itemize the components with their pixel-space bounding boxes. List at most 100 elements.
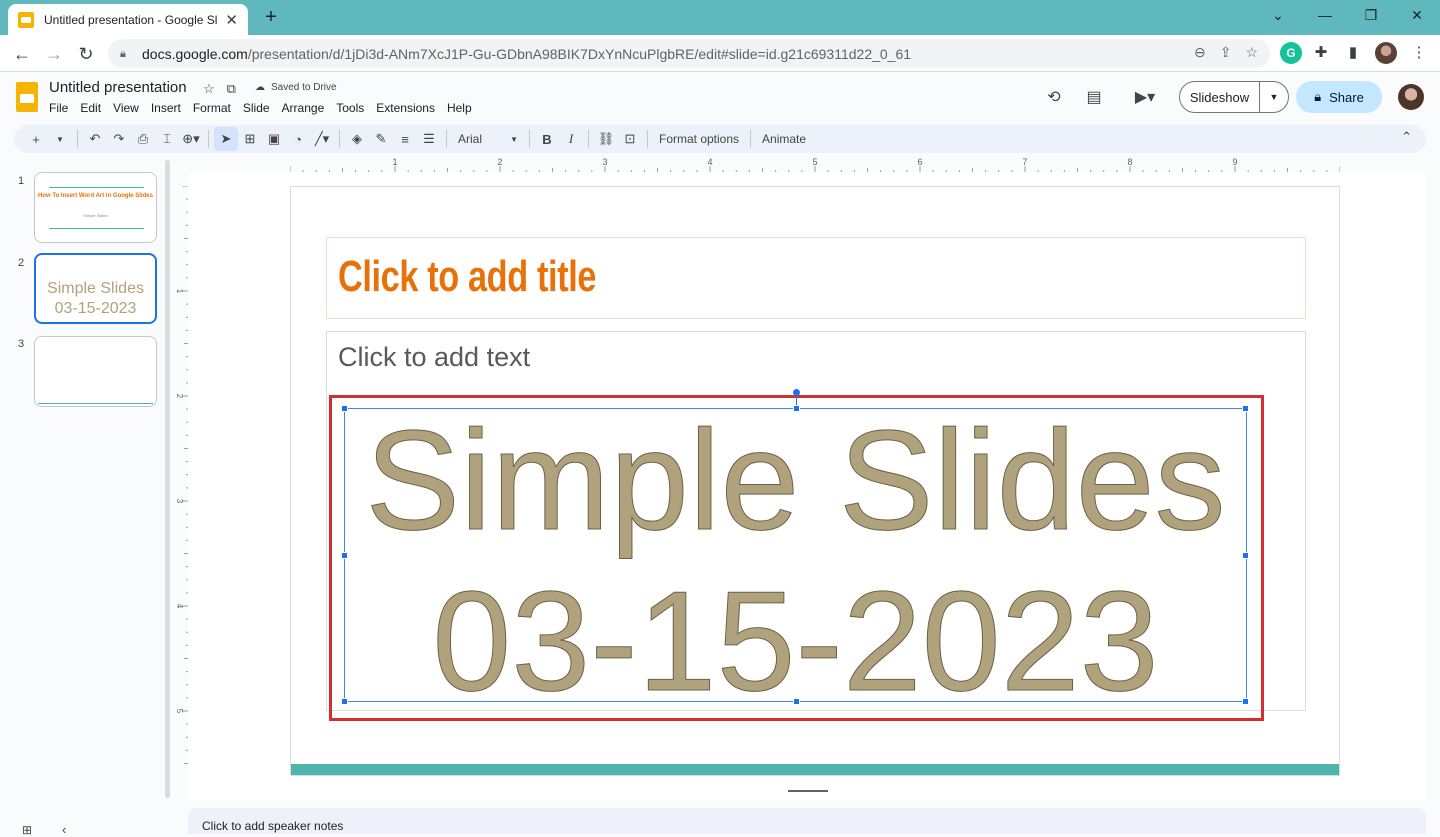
bold-button[interactable]: B (535, 127, 559, 151)
move-folder-icon[interactable]: ⧉ (227, 81, 236, 97)
insert-link-icon[interactable]: ⛓ (594, 127, 618, 151)
share-button[interactable]: 🔒︎ Share (1296, 81, 1382, 113)
resize-handle-nw[interactable] (341, 405, 348, 412)
toolbar-divider (647, 130, 648, 148)
browser-tab[interactable]: Untitled presentation - Google Sl ✕ (8, 4, 248, 35)
menu-tools[interactable]: Tools (330, 101, 370, 115)
slide-number: 2 (18, 257, 25, 269)
notes-resize-handle[interactable] (788, 790, 828, 792)
insert-image-icon[interactable]: ▣ (262, 127, 286, 151)
url-host: docs.google.com (142, 45, 248, 62)
share-page-icon[interactable]: ⇪ (1220, 44, 1232, 61)
document-title[interactable]: Untitled presentation (49, 79, 187, 96)
redo-icon[interactable]: ↷ (107, 127, 131, 151)
slideshow-button[interactable]: Slideshow ▼ (1179, 81, 1289, 113)
menu-edit[interactable]: Edit (74, 101, 107, 115)
shape-icon[interactable]: ◔ (286, 127, 310, 151)
ruler-label: 5 (175, 709, 184, 714)
speaker-notes[interactable]: Click to add speaker notes (188, 808, 1426, 834)
grid-view-icon[interactable]: ⊞ (22, 823, 32, 837)
resize-handle-ne[interactable] (1242, 405, 1249, 412)
new-slide-icon[interactable]: + (24, 127, 48, 151)
title-placeholder[interactable]: Click to add title (326, 237, 1306, 319)
close-tab-icon[interactable]: ✕ (225, 11, 238, 29)
slideshow-label[interactable]: Slideshow (1180, 82, 1260, 112)
select-cursor-icon[interactable]: ➤ (214, 127, 238, 151)
comments-icon[interactable]: ▤ (1083, 87, 1105, 109)
resize-handle-w[interactable] (341, 552, 348, 559)
rotate-handle[interactable] (793, 389, 800, 396)
paint-format-icon[interactable]: ⌶ (155, 127, 179, 151)
menu-extensions[interactable]: Extensions (370, 101, 441, 115)
resize-handle-e[interactable] (1242, 552, 1249, 559)
border-weight-icon[interactable]: ≡ (393, 127, 417, 151)
border-color-icon[interactable]: ✎ (369, 127, 393, 151)
slideshow-dropdown-icon[interactable]: ▼ (1260, 82, 1288, 112)
version-history-icon[interactable]: ⟲ (1043, 87, 1065, 109)
resize-handle-s[interactable] (793, 698, 800, 705)
browser-profile-avatar[interactable] (1375, 42, 1397, 64)
zoom-icon[interactable]: ⊖ (1194, 44, 1206, 61)
resize-handle-n[interactable] (793, 405, 800, 412)
bookmark-star-icon[interactable]: ☆ (1245, 44, 1258, 61)
url-bar[interactable]: 🔒︎ docs.google.com/presentation/d/1jDi3d… (108, 39, 1270, 68)
slide-thumbnail-2[interactable]: Simple Slides 03-15-2023 (34, 253, 157, 324)
grammarly-icon[interactable]: G (1280, 42, 1302, 64)
star-icon[interactable]: ☆ (203, 81, 215, 97)
title-placeholder-text: Click to add title (338, 252, 597, 301)
new-slide-dropdown-icon[interactable]: ▼ (48, 127, 72, 151)
back-icon[interactable]: ← (8, 40, 36, 68)
extensions-puzzle-icon[interactable]: ✚ (1310, 42, 1332, 64)
menu-insert[interactable]: Insert (145, 101, 187, 115)
line-icon[interactable]: ╱▾ (310, 127, 334, 151)
format-options-button[interactable]: Format options (653, 127, 745, 151)
new-tab-button[interactable]: + (258, 4, 284, 30)
reload-icon[interactable]: ↻ (72, 40, 100, 68)
side-panel-icon[interactable]: ▮ (1342, 42, 1364, 64)
resize-handle-sw[interactable] (341, 698, 348, 705)
font-selector[interactable]: Arial ▼ (452, 127, 524, 151)
meet-camera-icon[interactable]: ▶▾ (1128, 87, 1162, 109)
close-window-icon[interactable]: ✕ (1394, 0, 1440, 30)
undo-icon[interactable]: ↶ (83, 127, 107, 151)
menu-help[interactable]: Help (441, 101, 478, 115)
add-comment-icon[interactable]: ⊡ (618, 127, 642, 151)
restore-icon[interactable]: ❐ (1348, 0, 1394, 30)
saved-status-label: Saved to Drive (271, 82, 337, 93)
ruler-label: 2 (175, 394, 184, 399)
docs-header: Untitled presentation ☆ ⧉ ☁ Saved to Dri… (0, 72, 1440, 124)
collapse-filmstrip-icon[interactable]: ‹ (62, 822, 66, 837)
text-box-icon[interactable]: ⊞ (238, 127, 262, 151)
wordart-line-2: 03-15-2023 (432, 562, 1159, 721)
collapse-toolbar-icon[interactable]: ⌃ (1401, 129, 1412, 145)
tab-search-icon[interactable]: ⌄ (1255, 0, 1301, 30)
saved-status[interactable]: ☁ Saved to Drive (255, 82, 337, 93)
ruler-label: 4 (707, 157, 712, 167)
toolbar-divider (529, 130, 530, 148)
slide-canvas[interactable]: Click to add title Click to add text Sim… (290, 186, 1340, 776)
filmstrip-scrollbar[interactable] (165, 160, 170, 798)
menu-file[interactable]: File (43, 101, 74, 115)
user-avatar[interactable] (1398, 84, 1424, 110)
font-name: Arial (458, 132, 483, 146)
forward-icon[interactable]: → (40, 40, 68, 68)
slide-thumbnail-1[interactable]: How To Insert Word Art in Google Slides … (34, 172, 157, 243)
wordart-selection[interactable]: Simple Slides 03-15-2023 (341, 389, 1249, 713)
menu-view[interactable]: View (107, 101, 145, 115)
horizontal-ruler[interactable]: 1 2 3 4 5 6 7 8 9 (290, 157, 1340, 172)
zoom-tool-icon[interactable]: ⊕▾ (179, 127, 203, 151)
print-icon[interactable]: ⎙ (131, 127, 155, 151)
menu-format[interactable]: Format (187, 101, 237, 115)
minimize-icon[interactable]: — (1302, 0, 1348, 30)
browser-menu-icon[interactable]: ⋮ (1408, 42, 1430, 64)
animate-button[interactable]: Animate (756, 127, 812, 151)
menu-arrange[interactable]: Arrange (276, 101, 331, 115)
italic-button[interactable]: I (559, 127, 583, 151)
menu-slide[interactable]: Slide (237, 101, 276, 115)
slides-logo-icon[interactable] (16, 82, 38, 112)
resize-handle-se[interactable] (1242, 698, 1249, 705)
vertical-ruler[interactable]: 1 2 3 4 5 (172, 186, 188, 776)
border-dash-icon[interactable]: ☰ (417, 127, 441, 151)
slide-thumbnail-3[interactable] (34, 336, 157, 407)
fill-color-icon[interactable]: ◈ (345, 127, 369, 151)
